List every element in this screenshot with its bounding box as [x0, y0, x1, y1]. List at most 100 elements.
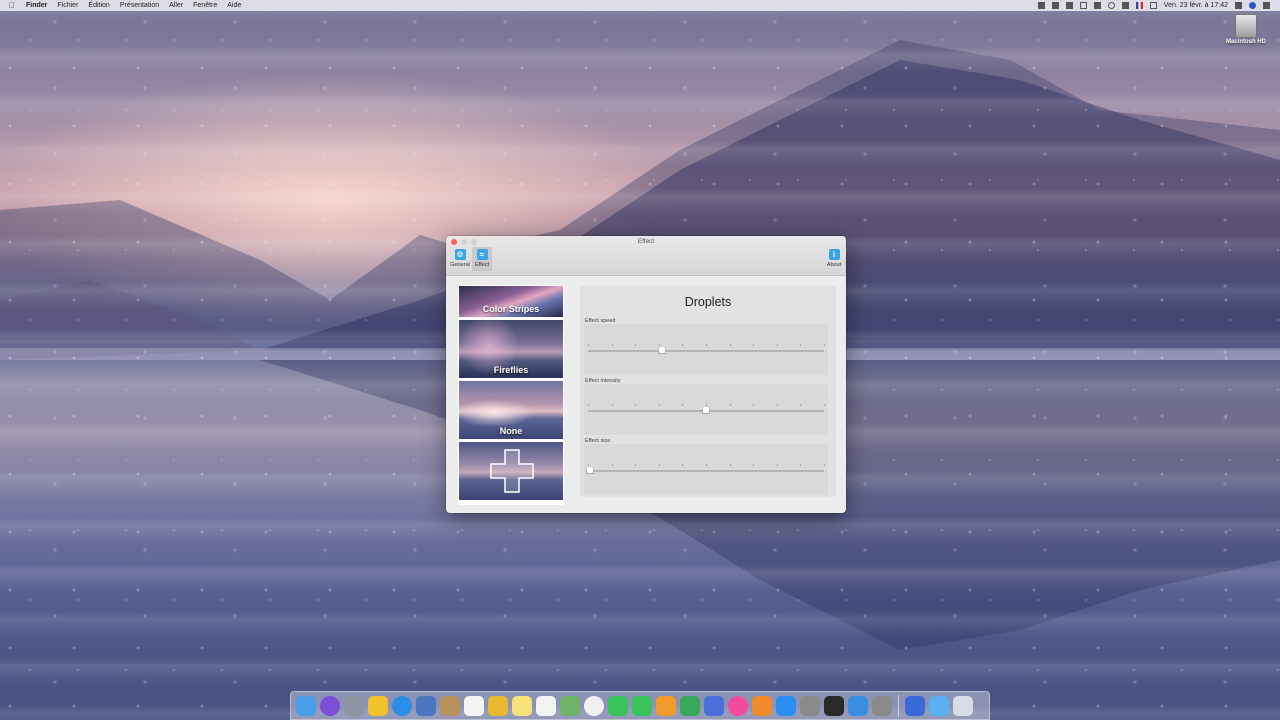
effect-speed-slider[interactable]	[588, 350, 824, 352]
slider-tick	[800, 464, 802, 466]
slider-tick	[588, 344, 589, 346]
maps-icon[interactable]	[560, 695, 580, 716]
menu-fichier[interactable]: Fichier	[57, 2, 78, 9]
dock	[290, 691, 990, 720]
messages-icon[interactable]	[608, 695, 628, 716]
slider-tick	[729, 464, 731, 466]
notes-icon[interactable]	[512, 695, 532, 716]
battery-status-icon[interactable]	[1149, 2, 1157, 9]
slider-tick	[588, 404, 589, 406]
slider-tick	[658, 464, 660, 466]
window-titlebar: Effect ⚙ General ≈ Effect i About	[446, 236, 846, 276]
slider-knob[interactable]	[702, 406, 710, 414]
slider-tick	[753, 404, 755, 406]
toolbar-general-label: General	[450, 262, 470, 268]
slider-tick	[824, 464, 825, 466]
share-status-icon[interactable]	[1065, 2, 1073, 9]
slider-tick	[776, 464, 778, 466]
menu-presentation[interactable]: Présentation	[120, 2, 159, 9]
slider-tick	[682, 464, 684, 466]
menu-fenetre[interactable]: Fenêtre	[193, 2, 217, 9]
slider-knob[interactable]	[586, 466, 594, 474]
notes-folder-icon[interactable]	[440, 695, 460, 716]
slider-tick	[776, 404, 778, 406]
window-title: Effect	[637, 238, 655, 245]
menu-clock[interactable]: Ven. 23 févr. à 17:42	[1164, 2, 1228, 9]
slider-tick	[588, 464, 589, 466]
effect-item-fireflies[interactable]: Fireflies	[458, 319, 564, 379]
french-flag-icon[interactable]	[1135, 2, 1143, 9]
launchpad-icon[interactable]	[344, 695, 364, 716]
effect-title: Droplets	[684, 295, 732, 309]
facetime-icon[interactable]	[632, 695, 652, 716]
effect-item-label: None	[499, 426, 523, 436]
toolbar-general-button[interactable]: ⚙ General	[450, 249, 470, 268]
effect-list[interactable]: Color Stripes Fireflies None	[458, 285, 564, 505]
effect-speed-box	[584, 324, 828, 375]
siri-icon[interactable]	[320, 695, 340, 716]
effect-item-none[interactable]: None	[458, 380, 564, 440]
menu-aide[interactable]: Aide	[227, 2, 241, 9]
waves-icon: ≈	[476, 249, 488, 260]
xcode-icon[interactable]	[848, 695, 868, 716]
slider-tick	[824, 344, 825, 346]
effect-item-color-stripes[interactable]: Color Stripes	[458, 285, 564, 318]
effect-item-label: Fireflies	[493, 365, 529, 375]
desktop-disk[interactable]: Macintosh HD	[1222, 14, 1270, 45]
safari-icon[interactable]	[392, 695, 412, 716]
slider-tick	[635, 404, 637, 406]
timemachine-status-icon[interactable]	[1079, 2, 1087, 9]
books-icon[interactable]	[752, 695, 772, 716]
preview-icon[interactable]	[416, 695, 436, 716]
slider-tick	[824, 404, 825, 406]
downloads-folder-icon[interactable]	[929, 695, 949, 716]
search-icon[interactable]	[1235, 2, 1242, 9]
slider-tick	[800, 404, 802, 406]
numbers-icon[interactable]	[680, 695, 700, 716]
dropbox-status-icon[interactable]	[1051, 2, 1059, 9]
menu-aller[interactable]: Aller	[169, 2, 183, 9]
app-store-icon[interactable]	[776, 695, 796, 716]
display-status-icon[interactable]	[1037, 2, 1045, 9]
reminders-icon[interactable]	[536, 695, 556, 716]
apple-menu-icon[interactable]: 	[9, 1, 19, 10]
volume-status-icon[interactable]	[1093, 2, 1101, 9]
toolbar-effect-label: Effect	[475, 262, 489, 268]
toolbar-about-button[interactable]: i About	[824, 249, 844, 268]
slider-tick	[658, 404, 660, 406]
window-content: Color Stripes Fireflies None Droplets Ef…	[456, 284, 836, 505]
user-avatar-icon[interactable]	[1249, 2, 1256, 9]
utility-icon[interactable]	[872, 695, 892, 716]
calendar-icon[interactable]	[464, 695, 484, 716]
slider-tick	[729, 344, 731, 346]
menu-bar:  Finder Fichier Édition Présentation Al…	[0, 0, 1280, 11]
slider-tick	[611, 344, 613, 346]
finder-icon[interactable]	[296, 695, 316, 716]
itunes-icon[interactable]	[728, 695, 748, 716]
keynote-icon[interactable]	[704, 695, 724, 716]
cyberduck-icon[interactable]	[368, 695, 388, 716]
slider-tick	[706, 404, 707, 406]
terminal-icon[interactable]	[824, 695, 844, 716]
slider-tick	[706, 344, 707, 346]
info-icon: i	[828, 249, 840, 260]
bluetooth-status-icon[interactable]	[1121, 2, 1129, 9]
slider-knob[interactable]	[657, 346, 666, 354]
wifi-status-icon[interactable]	[1107, 2, 1115, 9]
trash-icon[interactable]	[953, 695, 973, 716]
effect-size-slider[interactable]	[588, 470, 824, 472]
effect-preferences-window: Effect ⚙ General ≈ Effect i About Color …	[446, 236, 846, 513]
plus-icon	[490, 449, 534, 493]
menu-finder[interactable]: Finder	[26, 2, 47, 9]
window-icon[interactable]	[905, 695, 925, 716]
toolbar-effect-button[interactable]: ≈ Effect	[472, 247, 492, 271]
slider-tick	[753, 344, 755, 346]
menu-edition[interactable]: Édition	[88, 2, 109, 9]
photos-icon[interactable]	[584, 695, 604, 716]
wallpaper-app-icon[interactable]	[488, 695, 508, 716]
effect-item-add[interactable]	[458, 441, 564, 501]
pages-icon[interactable]	[656, 695, 676, 716]
slider-tick	[682, 404, 684, 406]
list-icon[interactable]	[1263, 2, 1270, 9]
system-preferences-icon[interactable]	[800, 695, 820, 716]
